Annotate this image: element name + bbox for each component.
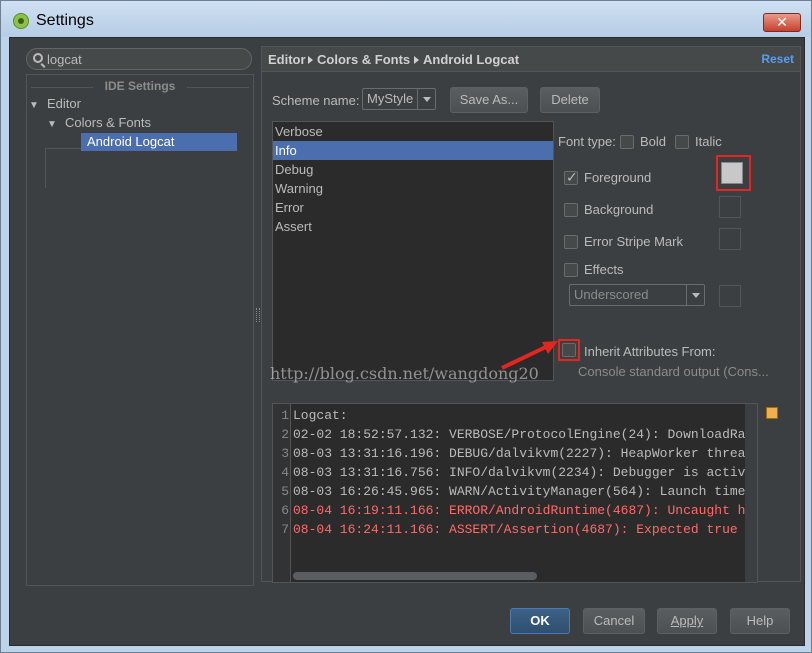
background-color-swatch[interactable]: [719, 196, 741, 218]
error-stripe-label: Error Stripe Mark: [584, 234, 683, 249]
scheme-select-value: MyStyle: [367, 91, 414, 106]
search-input[interactable]: [47, 51, 247, 67]
background-checkbox[interactable]: [564, 203, 578, 217]
foreground-checkbox[interactable]: [564, 169, 578, 186]
log-line: 08-03 13:31:16.756: INFO/dalvikvm(2234):…: [293, 465, 754, 480]
log-line: 08-04 16:19:11.166: ERROR/AndroidRuntime…: [293, 503, 754, 518]
colors-fonts-panel: Editor Colors & Fonts Android Logcat Res…: [261, 46, 801, 583]
chevron-down-icon: [417, 89, 435, 109]
settings-window: Settings ✕ IDE Settings ▼ Editor ▼ Colors …: [0, 0, 812, 653]
search-icon: [33, 53, 43, 63]
log-line: 08-03 13:31:16.196: DEBUG/dalvikvm(2227)…: [293, 446, 754, 461]
italic-label: Italic: [695, 134, 722, 149]
tree-item-label: Editor: [47, 96, 81, 111]
delete-button[interactable]: Delete: [540, 87, 600, 113]
expand-arrow-icon[interactable]: ▼: [47, 116, 61, 134]
cancel-button[interactable]: Cancel: [583, 608, 645, 634]
tree-item-colors-fonts[interactable]: ▼ Colors & Fonts: [47, 114, 151, 132]
list-item[interactable]: Error: [273, 198, 553, 217]
tree-header: IDE Settings: [27, 79, 253, 93]
close-button[interactable]: ✕: [763, 13, 801, 32]
effects-color-swatch[interactable]: [719, 285, 741, 307]
reset-link[interactable]: Reset: [761, 52, 794, 66]
tree-item-editor[interactable]: ▼ Editor: [29, 95, 81, 113]
inherit-label: Inherit Attributes From:: [584, 344, 716, 359]
breadcrumb: Editor Colors & Fonts Android Logcat Res…: [262, 47, 800, 72]
ok-button[interactable]: OK: [510, 608, 570, 634]
title-bar: Settings ✕: [1, 1, 811, 37]
window-title: Settings: [36, 12, 94, 29]
red-arrow-icon: [501, 341, 558, 370]
inherit-source-link[interactable]: Console standard output (Cons...: [578, 364, 769, 379]
line-number: 6: [281, 503, 289, 518]
foreground-label: Foreground: [584, 170, 652, 185]
line-number: 2: [281, 427, 289, 442]
scheme-select[interactable]: MyStyle: [362, 88, 436, 110]
breadcrumb-item: Editor: [268, 52, 306, 67]
log-line: 02-02 18:52:57.132: VERBOSE/ProtocolEngi…: [293, 427, 754, 442]
tree-item-android-logcat[interactable]: Android Logcat: [81, 133, 237, 151]
tree-item-label: Colors & Fonts: [65, 115, 151, 130]
android-studio-icon: [13, 13, 29, 29]
font-type-label: Font type:: [558, 134, 616, 149]
scheme-name-label: Scheme name:: [272, 93, 360, 108]
panel-splitter[interactable]: [256, 308, 260, 322]
bold-label: Bold: [640, 134, 667, 149]
list-item[interactable]: Warning: [273, 179, 553, 198]
help-button[interactable]: Help: [730, 608, 790, 634]
effects-checkbox[interactable]: [564, 263, 578, 277]
bold-checkbox[interactable]: [620, 135, 634, 149]
line-number: 1: [281, 408, 289, 423]
list-item[interactable]: Debug: [273, 160, 553, 179]
effects-label: Effects: [584, 262, 624, 277]
settings-search[interactable]: [26, 48, 252, 70]
tree-guide: [45, 148, 235, 188]
effects-select-value: Underscored: [574, 287, 649, 302]
apply-button[interactable]: Apply: [657, 608, 717, 634]
line-number: 7: [281, 522, 289, 537]
list-item[interactable]: Info: [273, 141, 553, 160]
error-stripe-color-swatch[interactable]: [719, 228, 741, 250]
logcat-preview[interactable]: 1 2 3 4 5 6 7 Logcat: 02-02 18:52:57.132…: [272, 403, 758, 583]
breadcrumb-item: Colors & Fonts: [317, 52, 411, 67]
list-item[interactable]: Assert: [273, 217, 553, 236]
line-number: 4: [281, 465, 289, 480]
expand-arrow-icon[interactable]: ▼: [29, 97, 43, 115]
horizontal-scrollbar[interactable]: [293, 572, 537, 580]
background-label: Background: [584, 202, 654, 217]
dialog-body: IDE Settings ▼ Editor ▼ Colors & Fonts And…: [9, 37, 805, 646]
effects-select[interactable]: Underscored: [569, 284, 705, 306]
log-line: Logcat:: [293, 408, 348, 423]
line-number: 5: [281, 484, 289, 499]
italic-checkbox[interactable]: [675, 135, 689, 149]
breadcrumb-arrow-icon: [414, 56, 419, 64]
line-number: 3: [281, 446, 289, 461]
foreground-color-swatch[interactable]: [721, 162, 743, 184]
inherit-checkbox[interactable]: [562, 343, 576, 357]
breadcrumb-item: Android Logcat: [423, 52, 520, 67]
save-as-button[interactable]: Save As...: [450, 87, 528, 113]
settings-tree: IDE Settings ▼ Editor ▼ Colors & Fonts And…: [26, 74, 254, 586]
vertical-scrollbar[interactable]: [745, 404, 757, 582]
log-line: 08-04 16:24:11.166: ASSERT/Assertion(468…: [293, 522, 754, 537]
error-stripe-checkbox[interactable]: [564, 235, 578, 249]
log-line: 08-03 16:26:45.965: WARN/ActivityManager…: [293, 484, 754, 499]
list-item[interactable]: Verbose: [273, 122, 553, 141]
error-stripe-marker: [766, 407, 778, 419]
chevron-down-icon: [686, 285, 704, 305]
breadcrumb-arrow-icon: [308, 56, 313, 64]
